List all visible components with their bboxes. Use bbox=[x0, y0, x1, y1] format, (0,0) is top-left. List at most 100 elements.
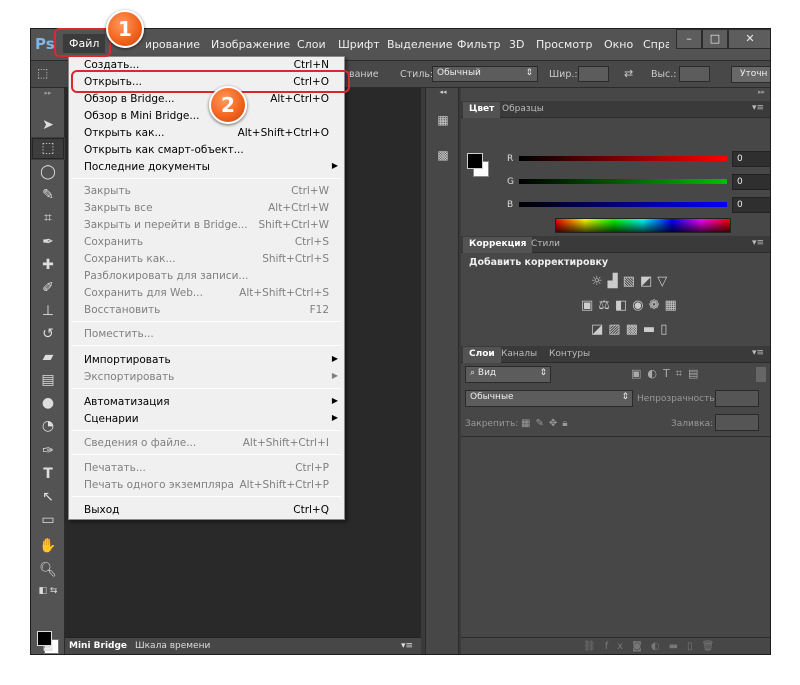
menu-view[interactable]: Просмотр bbox=[536, 38, 592, 51]
marquee-tool-icon[interactable]: ⬚ bbox=[31, 137, 65, 160]
lock-icons[interactable]: ▦✎✥🔒︎ bbox=[521, 418, 573, 429]
panel-menu-icon[interactable]: ▾≡ bbox=[401, 641, 413, 651]
menu-layers[interactable]: Слои bbox=[297, 38, 326, 51]
green-value-input[interactable]: 0 bbox=[732, 174, 770, 190]
tab-channels[interactable]: Каналы bbox=[501, 349, 537, 359]
blue-slider[interactable] bbox=[519, 202, 727, 207]
foreground-color-swatch[interactable] bbox=[37, 631, 52, 646]
menu-image[interactable]: Изображение bbox=[211, 38, 290, 51]
gradient-tool-icon[interactable]: ▤ bbox=[31, 369, 65, 392]
menu-item-place[interactable]: Поместить... bbox=[69, 326, 344, 343]
menu-item-close-go-bridge[interactable]: Закрыть и перейти в Bridge... Shift+Ctrl+… bbox=[69, 217, 344, 234]
layer-filter-icons[interactable]: ▣◐T⌗▤ bbox=[631, 367, 704, 381]
lasso-tool-icon[interactable]: ◯ bbox=[31, 161, 65, 184]
close-button[interactable]: ✕ bbox=[728, 29, 770, 49]
crop-tool-icon[interactable]: ⌗ bbox=[31, 207, 65, 230]
tab-paths[interactable]: Контуры bbox=[549, 349, 590, 359]
menu-item-print[interactable]: Печатать... Ctrl+P bbox=[69, 460, 344, 477]
panel-menu-icon[interactable]: ▾≡ bbox=[752, 103, 764, 113]
foreground-color-swatch[interactable] bbox=[467, 153, 483, 169]
height-input[interactable] bbox=[679, 66, 710, 82]
filter-toggle[interactable] bbox=[756, 367, 766, 382]
fill-input[interactable] bbox=[715, 414, 759, 431]
menu-item-recent[interactable]: Последние документы ▶ bbox=[69, 159, 344, 176]
eyedropper-tool-icon[interactable]: ✒ bbox=[31, 231, 65, 254]
menu-filter[interactable]: Фильтр bbox=[457, 38, 501, 51]
clone-stamp-tool-icon[interactable]: ⊥ bbox=[31, 300, 65, 323]
blend-mode-select[interactable]: Обычные ⇕ bbox=[465, 390, 633, 407]
adjustment-icons-row-3[interactable]: ◪▨▩▬▯ bbox=[591, 322, 672, 337]
red-slider[interactable] bbox=[519, 156, 727, 161]
refine-edge-button[interactable]: Уточн bbox=[731, 66, 770, 83]
menu-item-close[interactable]: Закрыть Ctrl+W bbox=[69, 183, 344, 200]
menu-item-open-smart-object[interactable]: Открыть как смарт-объект... bbox=[69, 142, 344, 159]
history-brush-tool-icon[interactable]: ↺ bbox=[31, 323, 65, 346]
collapse-icon[interactable]: ◂◂ bbox=[435, 88, 451, 104]
tab-swatches[interactable]: Образцы bbox=[502, 104, 544, 114]
menu-window[interactable]: Окно bbox=[604, 38, 633, 51]
brush-tool-icon[interactable]: ✐ bbox=[31, 277, 65, 300]
menu-select[interactable]: Выделение bbox=[387, 38, 453, 51]
menu-item-open-as[interactable]: Открыть как... Alt+Shift+Ctrl+O bbox=[69, 125, 344, 142]
menu-item-save[interactable]: Сохранить Ctrl+S bbox=[69, 234, 344, 251]
blue-value-input[interactable]: 0 bbox=[732, 197, 770, 213]
tab-timeline[interactable]: Шкала времени bbox=[135, 641, 210, 651]
path-selection-tool-icon[interactable]: ↖ bbox=[31, 486, 65, 509]
pen-tool-icon[interactable]: ✑ bbox=[31, 440, 65, 463]
menu-item-exit[interactable]: Выход Ctrl+Q bbox=[69, 502, 344, 519]
menu-item-save-as[interactable]: Сохранить как... Shift+Ctrl+S bbox=[69, 251, 344, 268]
maximize-button[interactable]: □ bbox=[702, 29, 728, 49]
marquee-option-icon[interactable]: ⬚ bbox=[37, 66, 48, 80]
width-input[interactable] bbox=[578, 66, 609, 82]
menu-help[interactable]: Справка bbox=[643, 38, 669, 51]
history-panel-icon[interactable]: ▦ bbox=[435, 113, 451, 129]
zoom-tool-icon[interactable]: 🔍︎ bbox=[31, 559, 65, 582]
green-slider[interactable] bbox=[519, 179, 727, 184]
dodge-tool-icon[interactable]: ◔ bbox=[31, 415, 65, 438]
menu-item-close-all[interactable]: Закрыть все Alt+Ctrl+W bbox=[69, 200, 344, 217]
menu-item-export[interactable]: Экспортировать ▶ bbox=[69, 369, 344, 386]
menu-item-revert[interactable]: Восстановить F12 bbox=[69, 302, 344, 319]
opacity-input[interactable] bbox=[715, 390, 759, 407]
quick-selection-tool-icon[interactable]: ✎ bbox=[31, 184, 65, 207]
menu-item-automate[interactable]: Автоматизация ▶ bbox=[69, 394, 344, 411]
blur-tool-icon[interactable]: ● bbox=[31, 392, 65, 415]
healing-brush-tool-icon[interactable]: ✚ bbox=[31, 254, 65, 277]
adjustment-icons-row-2[interactable]: ▣⚖◧◉❁▦ bbox=[581, 298, 682, 313]
eraser-tool-icon[interactable]: ▰ bbox=[31, 346, 65, 369]
menu-item-browse-bridge[interactable]: Обзор в Bridge... Alt+Ctrl+O bbox=[69, 91, 344, 108]
menu-item-scripts[interactable]: Сценарии ▶ bbox=[69, 411, 344, 428]
menu-item-import[interactable]: Импортировать ▶ bbox=[69, 352, 344, 369]
default-colors-icon[interactable]: ◧ ⇆ bbox=[31, 584, 65, 598]
tab-styles[interactable]: Стили bbox=[531, 239, 560, 249]
type-tool-icon[interactable]: T bbox=[31, 463, 65, 486]
layer-filter-select[interactable]: ⌕ Вид ⇕ bbox=[465, 366, 551, 383]
hand-tool-icon[interactable]: ✋ bbox=[31, 535, 65, 558]
style-select[interactable]: Обычный ⇕ bbox=[432, 66, 538, 82]
rectangle-tool-icon[interactable]: ▭ bbox=[31, 509, 65, 532]
tab-mini-bridge[interactable]: Mini Bridge bbox=[69, 641, 127, 651]
collapse-toolbar-icon[interactable]: ▸▸ bbox=[31, 88, 65, 98]
menu-edit[interactable]: Редактирование bbox=[146, 38, 200, 51]
swap-icon[interactable]: ⇄ bbox=[624, 67, 633, 80]
menu-item-check-in[interactable]: Разблокировать для записи... bbox=[69, 268, 344, 285]
menu-item-print-one-copy[interactable]: Печать одного экземпляра Alt+Shift+Ctrl+P bbox=[69, 477, 344, 494]
tab-color[interactable]: Цвет bbox=[463, 102, 501, 118]
tab-layers[interactable]: Слои bbox=[463, 347, 501, 363]
adjustment-icons-row-1[interactable]: ☼▟▧◩▽ bbox=[591, 274, 672, 289]
menu-item-browse-mini-bridge[interactable]: Обзор в Mini Bridge... bbox=[69, 108, 344, 125]
color-spectrum-ramp[interactable] bbox=[555, 218, 731, 233]
panel-menu-icon[interactable]: ▾≡ bbox=[752, 238, 764, 248]
menu-item-save-for-web[interactable]: Сохранить для Web... Alt+Shift+Ctrl+S bbox=[69, 285, 344, 302]
properties-panel-icon[interactable]: ▩ bbox=[435, 148, 451, 164]
collapse-panels-icon[interactable]: ▸▸ bbox=[465, 88, 765, 98]
menu-3d[interactable]: 3D bbox=[509, 38, 524, 51]
tab-adjustments[interactable]: Коррекция bbox=[463, 237, 533, 253]
menu-item-file-info[interactable]: Сведения о файле... Alt+Shift+Ctrl+I bbox=[69, 435, 344, 452]
red-value-input[interactable]: 0 bbox=[732, 151, 770, 167]
move-tool-icon[interactable]: ➤ bbox=[31, 114, 65, 137]
layers-footer-icons[interactable]: ⛓fx◙◐▬▯🗑︎ bbox=[583, 641, 723, 652]
panel-menu-icon[interactable]: ▾≡ bbox=[752, 348, 764, 358]
minimize-button[interactable]: – bbox=[676, 29, 702, 49]
menu-type[interactable]: Шрифт bbox=[338, 38, 380, 51]
